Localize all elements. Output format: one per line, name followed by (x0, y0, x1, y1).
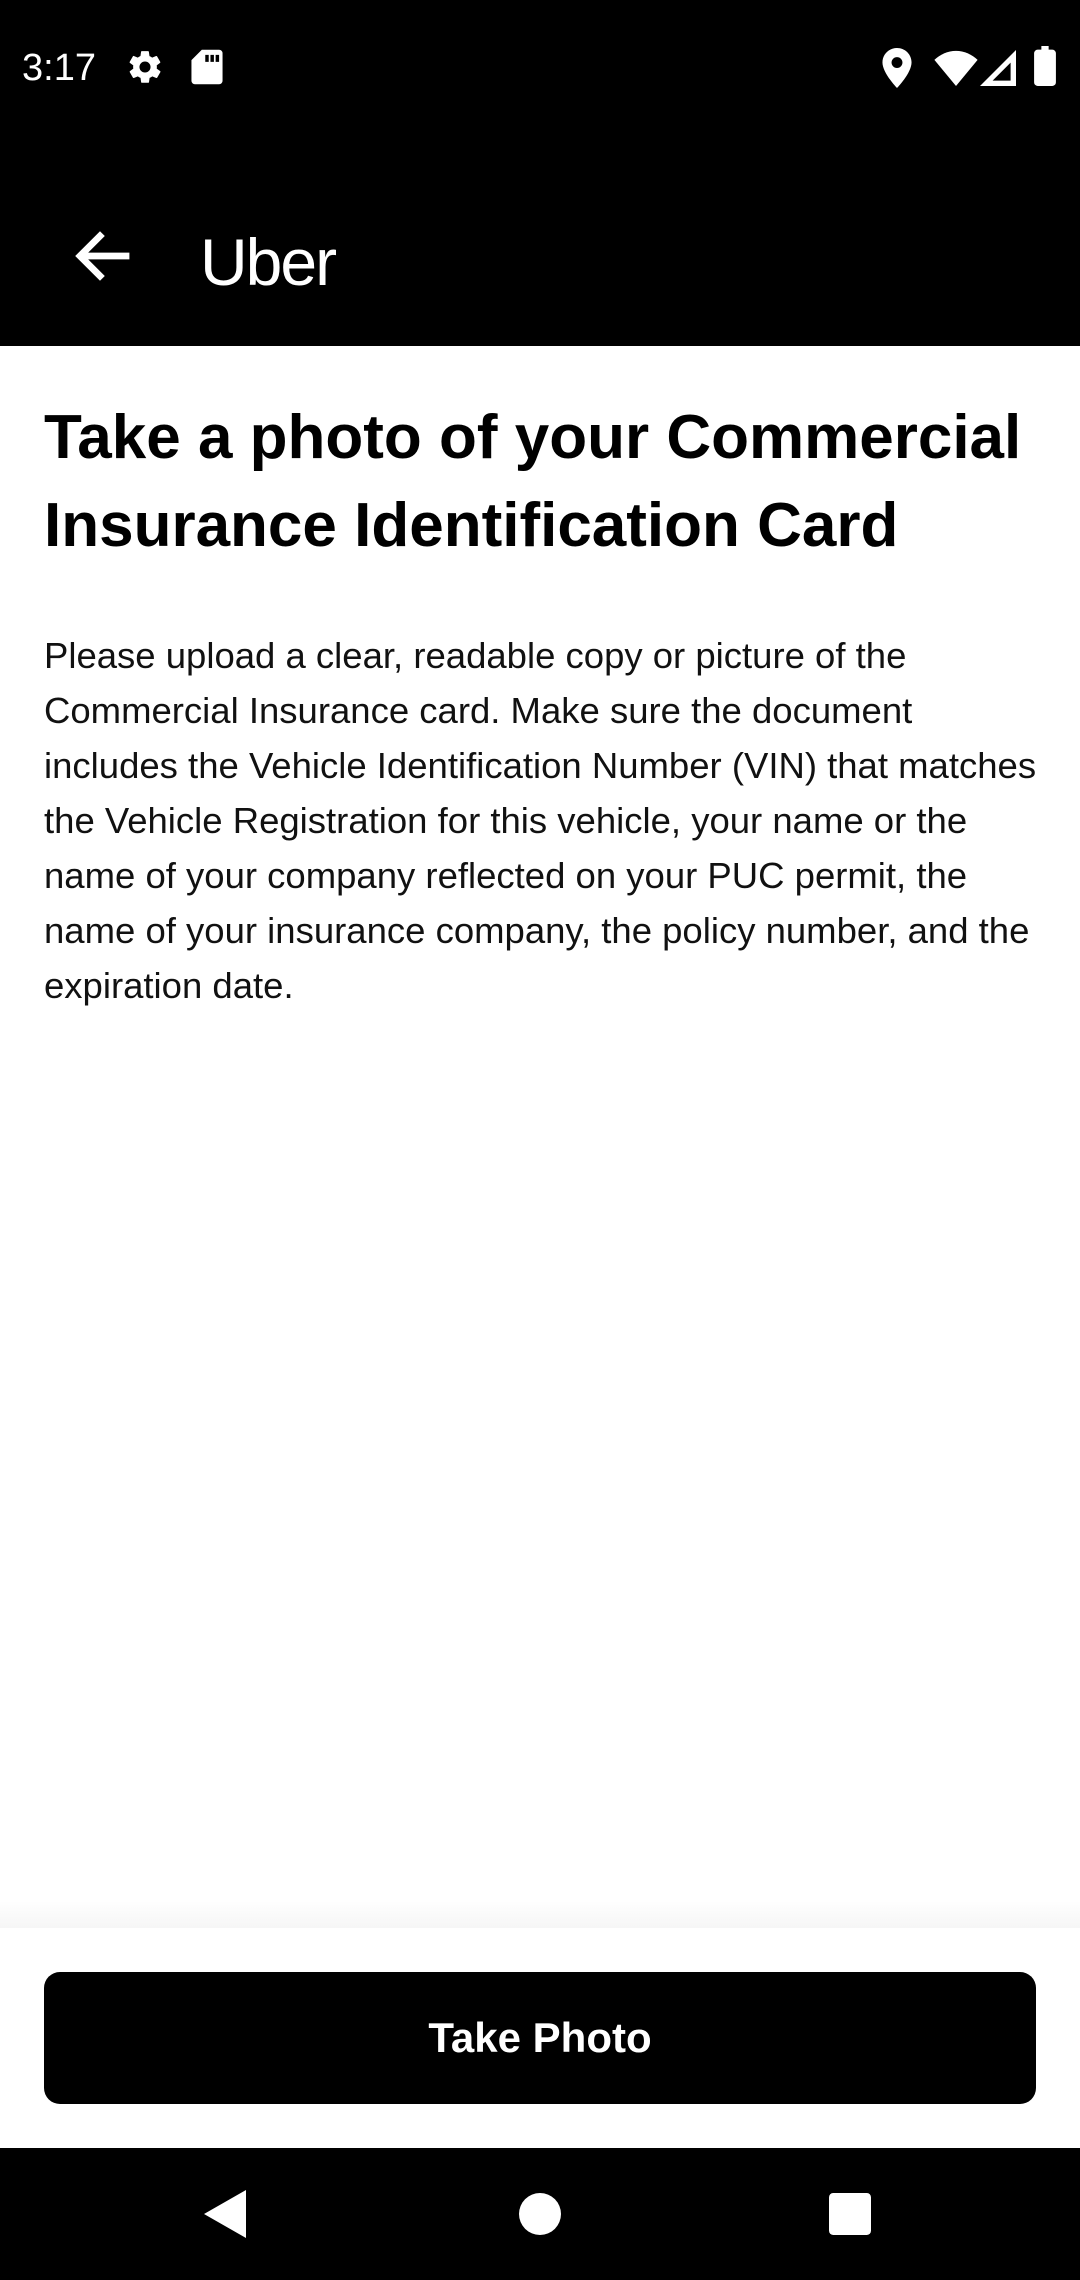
nav-home-button[interactable] (490, 2168, 590, 2260)
app-title: Uber (200, 225, 337, 299)
back-button[interactable] (60, 214, 144, 298)
location-icon (882, 48, 912, 88)
status-time: 3:17 (22, 47, 96, 89)
sd-card-icon (191, 49, 223, 85)
take-photo-button[interactable]: Take Photo (44, 1972, 1036, 2104)
footer: Take Photo (0, 1928, 1080, 2148)
footer-shadow (0, 1900, 1080, 1930)
nav-recents-button[interactable] (800, 2168, 900, 2260)
nav-home-icon (519, 2193, 561, 2235)
instructions-text: Please upload a clear, readable copy or … (44, 635, 1037, 1006)
gear-icon (129, 51, 161, 83)
arrow-back-icon (75, 231, 130, 281)
screen: 3:17 Uber Take a photo of your Commercia… (0, 0, 1080, 2280)
wifi-icon (934, 50, 978, 86)
app-bar: Uber (0, 132, 1080, 346)
signal-icon (980, 50, 1016, 86)
nav-recents-icon (829, 2193, 871, 2235)
main-content: Take a photo of your Commercial Insuranc… (44, 394, 1044, 1013)
nav-back-icon (204, 2190, 246, 2238)
status-bar: 3:17 (0, 0, 1080, 132)
page-title: Take a photo of your Commercial Insuranc… (44, 403, 1022, 560)
battery-icon (1034, 46, 1056, 86)
nav-back-button[interactable] (176, 2168, 276, 2260)
navigation-bar (0, 2148, 1080, 2280)
